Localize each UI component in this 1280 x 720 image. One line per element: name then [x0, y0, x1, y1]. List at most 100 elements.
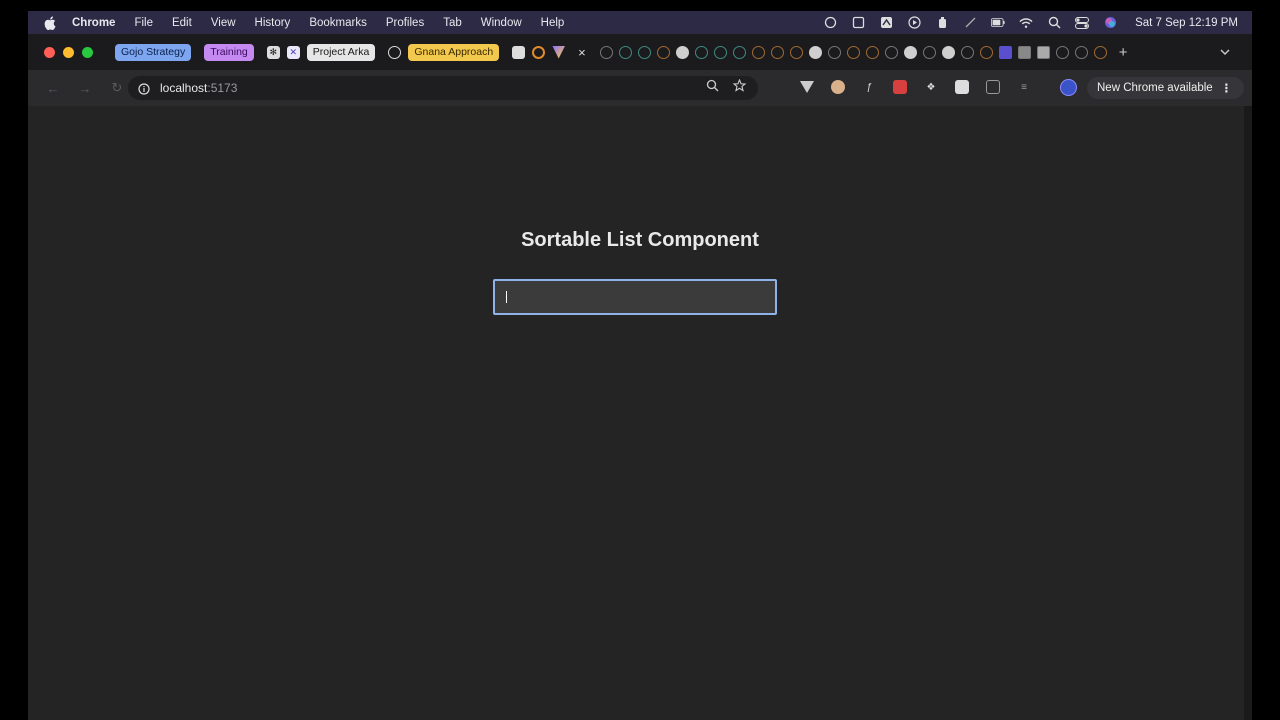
menu-edit[interactable]: Edit: [172, 17, 192, 29]
tab-group-project-arka[interactable]: Project Arka: [306, 43, 376, 61]
browser-toolbar: ← → ↻ localhost:5173 ƒ ❖ ≡ New Chrome av…: [28, 70, 1252, 106]
menu-view[interactable]: View: [211, 17, 236, 29]
reload-icon[interactable]: ↻: [110, 80, 124, 95]
openai-tab-icon[interactable]: ✻: [266, 45, 280, 59]
mini-tab[interactable]: [865, 45, 879, 59]
mini-tab[interactable]: [960, 45, 974, 59]
battery-icon: [991, 16, 1005, 30]
x-tab-icon[interactable]: ✕: [286, 45, 300, 59]
reading-list-icon[interactable]: ≡: [1017, 80, 1031, 94]
new-chrome-label: New Chrome available: [1097, 82, 1213, 94]
mini-tab[interactable]: [941, 45, 955, 59]
mini-tab[interactable]: [675, 45, 689, 59]
tab-group-training[interactable]: Training: [204, 43, 254, 61]
mini-tab[interactable]: [1017, 45, 1031, 59]
tab-group-gojo-strategy[interactable]: Gojo Strategy: [115, 43, 192, 61]
apple-icon[interactable]: [44, 15, 58, 30]
bookmark-star-icon[interactable]: [732, 78, 747, 97]
more-vertical-icon[interactable]: ⋮: [1221, 81, 1233, 95]
page-title: Sortable List Component: [521, 229, 759, 251]
drive-icon[interactable]: [879, 16, 893, 30]
url-port: :5173: [207, 81, 238, 95]
mini-tab[interactable]: [827, 45, 841, 59]
mini-tab[interactable]: [808, 45, 822, 59]
url-host: localhost: [160, 81, 208, 95]
macos-menu-bar: Chrome File Edit View History Bookmarks …: [28, 11, 1252, 34]
tab-group-gnana-approach[interactable]: Gnana Approach: [408, 43, 500, 61]
mini-tab[interactable]: [1093, 45, 1107, 59]
close-tab-icon[interactable]: ×: [578, 45, 586, 60]
mini-tab[interactable]: [637, 45, 651, 59]
play-icon[interactable]: [907, 16, 921, 30]
menu-bookmarks[interactable]: Bookmarks: [309, 17, 367, 29]
vite-tab-icon[interactable]: [552, 45, 566, 59]
back-arrow-icon[interactable]: ←: [46, 81, 60, 96]
menu-window[interactable]: Window: [481, 17, 522, 29]
url-text[interactable]: localhost:5173: [160, 81, 237, 95]
tab-strip: Gojo Strategy Training ✻ ✕ Project Arka …: [28, 34, 1252, 70]
settings-tab-icon[interactable]: [512, 45, 526, 59]
mini-tab[interactable]: [1074, 45, 1088, 59]
page-content: Sortable List Component: [28, 106, 1252, 720]
mini-tab[interactable]: [618, 45, 632, 59]
siri-icon[interactable]: [1103, 16, 1117, 30]
menu-file[interactable]: File: [134, 17, 153, 29]
mini-tab[interactable]: [1036, 45, 1050, 59]
sync-icon[interactable]: [823, 16, 837, 30]
menu-help[interactable]: Help: [541, 17, 565, 29]
mini-tab[interactable]: [789, 45, 803, 59]
menu-profiles[interactable]: Profiles: [386, 17, 424, 29]
mini-tab[interactable]: [713, 45, 727, 59]
mini-tab[interactable]: [656, 45, 670, 59]
pen-icon[interactable]: [963, 16, 977, 30]
mini-tab[interactable]: [979, 45, 993, 59]
mini-tab[interactable]: [998, 45, 1012, 59]
window-controls: [44, 46, 93, 58]
mini-tab[interactable]: [770, 45, 784, 59]
text-caret: [506, 291, 507, 303]
address-bar[interactable]: localhost:5173: [128, 76, 758, 100]
wifi-icon[interactable]: [1019, 16, 1033, 30]
spotlight-search-icon[interactable]: [1047, 16, 1061, 30]
mini-tab[interactable]: [732, 45, 746, 59]
vue-devtools-icon[interactable]: [800, 80, 814, 94]
mini-tab[interactable]: [599, 45, 613, 59]
menu-history[interactable]: History: [255, 17, 291, 29]
pinned-mini-tabs: [599, 45, 1107, 59]
leaf-extension-icon[interactable]: ❖: [924, 80, 938, 94]
mini-tab[interactable]: [884, 45, 898, 59]
extensions-bar: ƒ ❖ ≡: [800, 80, 1031, 94]
screenshot-icon[interactable]: [851, 16, 865, 30]
new-tab-button[interactable]: +: [1119, 44, 1128, 61]
camera-extension-icon[interactable]: [955, 80, 969, 94]
site-info-icon[interactable]: [138, 82, 150, 95]
bottle-icon[interactable]: [935, 16, 949, 30]
mini-tab[interactable]: [1055, 45, 1069, 59]
profile-avatar[interactable]: [1060, 79, 1077, 96]
mini-tab[interactable]: [846, 45, 860, 59]
zoom-window-button[interactable]: [82, 46, 93, 58]
formula-extension-icon[interactable]: ƒ: [862, 80, 876, 94]
new-chrome-available-button[interactable]: New Chrome available ⋮: [1087, 77, 1245, 99]
status-area: Sat 7 Sep 12:19 PM: [823, 16, 1252, 30]
zoom-icon[interactable]: [706, 79, 719, 97]
minimize-window-button[interactable]: [63, 46, 74, 58]
mini-tab[interactable]: [751, 45, 765, 59]
mini-tab[interactable]: [922, 45, 936, 59]
red-extension-icon[interactable]: [893, 80, 907, 94]
mini-tab[interactable]: [903, 45, 917, 59]
puzzle-extensions-icon[interactable]: [986, 80, 1000, 94]
menu-tab[interactable]: Tab: [443, 17, 462, 29]
control-center-icon[interactable]: [1075, 16, 1090, 30]
palette-extension-icon[interactable]: [831, 80, 845, 94]
orange-ring-tab-icon[interactable]: [532, 45, 546, 59]
forward-arrow-icon[interactable]: →: [78, 81, 92, 96]
menubar-clock[interactable]: Sat 7 Sep 12:19 PM: [1135, 17, 1238, 29]
menu-app-name[interactable]: Chrome: [72, 17, 115, 29]
mini-tab[interactable]: [694, 45, 708, 59]
github-tab-icon[interactable]: [388, 45, 402, 59]
list-item-input[interactable]: [493, 279, 777, 315]
omnibox-actions: [706, 78, 747, 97]
close-window-button[interactable]: [44, 46, 55, 58]
tab-search-chevron-icon[interactable]: [1212, 43, 1238, 61]
